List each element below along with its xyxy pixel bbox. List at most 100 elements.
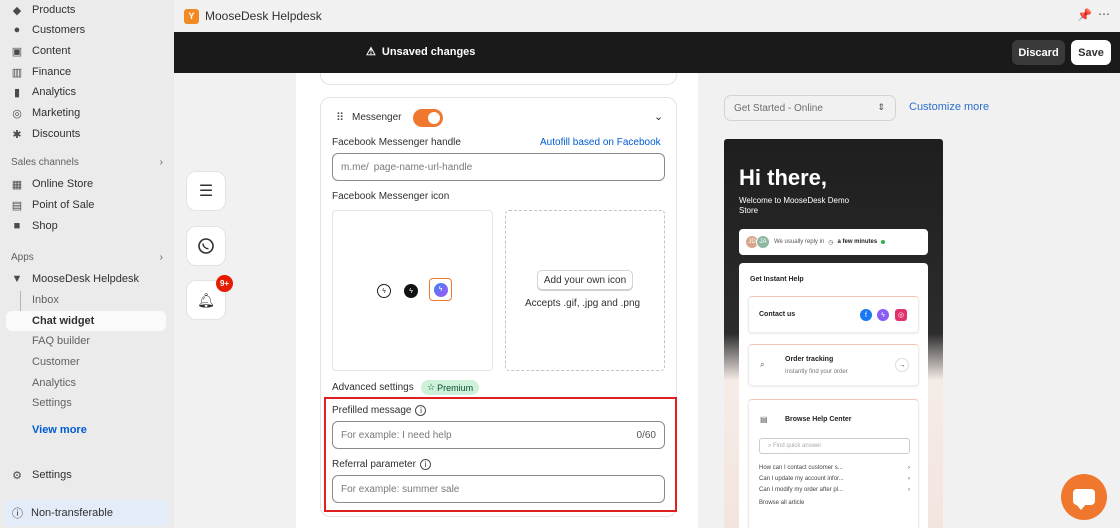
arrow-right-icon: → bbox=[895, 358, 909, 372]
chevron-right-icon: › bbox=[159, 252, 163, 263]
chevron-down-icon[interactable]: ⌄ bbox=[654, 110, 663, 123]
online-status-dot bbox=[881, 240, 886, 244]
info-icon[interactable]: i bbox=[415, 405, 427, 416]
info-icon[interactable]: i bbox=[419, 459, 431, 470]
prefilled-message-label: Prefilled message i bbox=[332, 405, 427, 416]
avatar: JA bbox=[756, 235, 770, 249]
instagram-icon[interactable]: ◎ bbox=[895, 309, 907, 321]
chevron-right-icon: › bbox=[159, 157, 163, 168]
nav-online-store[interactable]: ▦ Online Store bbox=[10, 174, 166, 194]
nav-point-of-sale[interactable]: ▤ Point of Sale bbox=[10, 195, 166, 215]
store-icon: ▦ bbox=[11, 178, 23, 191]
discard-button[interactable]: Discard bbox=[1012, 40, 1065, 65]
browse-all-link[interactable]: Browse all article bbox=[759, 500, 910, 506]
customize-more-link[interactable]: Customize more bbox=[909, 101, 989, 113]
faq-item[interactable]: How can I contact customer s... › bbox=[759, 465, 910, 471]
moosedesk-logo-icon: Y bbox=[184, 8, 199, 24]
sales-channels-header[interactable]: Sales channels › bbox=[11, 157, 163, 168]
nav-discounts[interactable]: ✱ Discounts bbox=[10, 124, 166, 144]
handle-label: Facebook Messenger handle bbox=[332, 137, 461, 148]
notification-count-badge: 9+ bbox=[216, 275, 233, 292]
advanced-settings-label: Advanced settings bbox=[332, 382, 414, 393]
handle-prefix: m.me/ bbox=[341, 161, 369, 173]
tag-icon: ◆ bbox=[12, 4, 22, 17]
autofill-link[interactable]: Autofill based on Facebook bbox=[540, 137, 661, 148]
nav-analytics[interactable]: ▮ Analytics bbox=[10, 82, 166, 102]
instant-help-title: Get Instant Help bbox=[750, 276, 804, 283]
nav-app-settings[interactable]: Settings bbox=[32, 393, 72, 413]
nav-products[interactable]: ◆ Products bbox=[10, 0, 166, 20]
messenger-toggle[interactable] bbox=[413, 109, 443, 127]
order-search-icon: ⌕ bbox=[760, 360, 765, 369]
nav-content[interactable]: ▣ Content bbox=[10, 41, 166, 61]
non-transferable-badge[interactable]: ⓘ Non-transferable bbox=[4, 500, 168, 526]
help-center-card: ▤ Browse Help Center ⌕ Find quick answer… bbox=[748, 399, 919, 528]
bar-chart-icon: ▮ bbox=[13, 86, 21, 99]
nav-faq-builder[interactable]: FAQ builder bbox=[32, 331, 90, 351]
contact-us-card[interactable]: Contact us f ϟ ◎ bbox=[748, 296, 919, 333]
nav-app-analytics[interactable]: Analytics bbox=[32, 373, 76, 393]
widget-greeting: Hi there, bbox=[739, 165, 828, 190]
reply-time-banner: JD JA We usually reply in ◷ a few minute… bbox=[739, 229, 928, 255]
app-header: Y MooseDesk Helpdesk 📌 ⋯ bbox=[174, 0, 1120, 32]
help-search-input[interactable]: ⌕ Find quick answer bbox=[759, 438, 910, 454]
nav-finance[interactable]: ▥ Finance bbox=[10, 62, 166, 82]
view-more-link[interactable]: View more bbox=[32, 424, 87, 436]
referral-parameter-label: Referral parameter i bbox=[332, 459, 431, 470]
premium-badge: ☆ Premium bbox=[421, 380, 480, 395]
nav-chat-widget[interactable]: Chat widget bbox=[32, 311, 94, 331]
messenger-filled-icon[interactable]: ϟ bbox=[404, 284, 418, 298]
warning-icon: ⚠ bbox=[366, 46, 376, 58]
pin-icon[interactable]: 📌 bbox=[1077, 8, 1092, 22]
whatsapp-button[interactable] bbox=[186, 226, 226, 266]
info-icon: ⓘ bbox=[12, 508, 23, 520]
bank-icon: ▥ bbox=[11, 66, 23, 79]
discount-icon: ✱ bbox=[12, 128, 22, 141]
messenger-handle-input[interactable]: m.me/ page-name-url-handle bbox=[332, 153, 665, 181]
nav-inbox[interactable]: Inbox bbox=[32, 290, 59, 310]
shop-icon: ■ bbox=[13, 220, 21, 232]
save-button[interactable]: Save bbox=[1071, 40, 1111, 65]
instant-help-panel: Get Instant Help Contact us f ϟ ◎ ⌕ Orde… bbox=[739, 263, 928, 528]
faq-item[interactable]: Can I update my account infor... › bbox=[759, 476, 910, 482]
nav-settings[interactable]: ⚙ Settings bbox=[10, 465, 166, 485]
referral-placeholder: For example: summer sale bbox=[341, 483, 460, 495]
widget-welcome-text: Welcome to MooseDesk Demo Store bbox=[739, 196, 850, 215]
app-title: MooseDesk Helpdesk bbox=[205, 9, 322, 23]
gear-icon: ⚙ bbox=[12, 469, 22, 482]
chevron-right-icon: › bbox=[908, 487, 910, 493]
admin-sidebar: ◆ Products ● Customers ▣ Content ▥ Finance ▮… bbox=[0, 0, 174, 528]
icon-label: Facebook Messenger icon bbox=[332, 191, 450, 202]
nav-marketing[interactable]: ◎ Marketing bbox=[10, 103, 166, 123]
unsaved-message: ⚠ Unsaved changes bbox=[366, 45, 476, 59]
target-icon: ◎ bbox=[12, 107, 22, 120]
accepted-formats-text: Accepts .gif, .jpg and .png bbox=[525, 298, 641, 309]
faq-item[interactable]: Can I modify my order after pl... › bbox=[759, 487, 910, 493]
messenger-icon[interactable]: ϟ bbox=[877, 309, 889, 321]
custom-icon-dropzone[interactable] bbox=[505, 210, 665, 371]
chat-widget-preview: Hi there, Welcome to MooseDesk Demo Stor… bbox=[724, 139, 943, 528]
drag-handle-icon[interactable]: ⠿ bbox=[336, 111, 344, 124]
moosedesk-app-icon: ▼ bbox=[11, 273, 23, 285]
messenger-color-icon-selected[interactable]: ϟ bbox=[429, 278, 452, 301]
apps-header[interactable]: Apps › bbox=[11, 252, 163, 263]
nav-customer[interactable]: Customer bbox=[32, 352, 80, 372]
nav-shop[interactable]: ■ Shop bbox=[10, 216, 166, 236]
nav-customers[interactable]: ● Customers bbox=[10, 20, 166, 40]
more-options-icon[interactable]: ⋯ bbox=[1098, 7, 1110, 21]
facebook-icon[interactable]: f bbox=[860, 309, 872, 321]
pos-icon: ▤ bbox=[11, 199, 23, 212]
prefilled-placeholder: For example: I need help bbox=[341, 429, 452, 441]
chat-launcher-button[interactable] bbox=[1061, 474, 1107, 520]
messenger-outline-icon[interactable]: ϟ bbox=[377, 284, 391, 298]
nav-moosedesk-app[interactable]: ▼ MooseDesk Helpdesk bbox=[10, 269, 166, 289]
messenger-title: Messenger bbox=[352, 112, 402, 123]
add-own-icon-button[interactable]: Add your own icon bbox=[537, 270, 633, 290]
prefilled-message-input[interactable]: For example: I need help 0/60 bbox=[332, 421, 665, 449]
referral-parameter-input[interactable]: For example: summer sale bbox=[332, 475, 665, 503]
book-icon: ▤ bbox=[760, 415, 768, 424]
menu-button[interactable]: ☰ bbox=[186, 171, 226, 211]
order-tracking-card[interactable]: ⌕ Order tracking Instantly find your ord… bbox=[748, 344, 919, 386]
messenger-gradient-icon: ϟ bbox=[433, 282, 448, 297]
widget-state-select[interactable]: Get Started - Online ⇕ bbox=[724, 95, 896, 121]
